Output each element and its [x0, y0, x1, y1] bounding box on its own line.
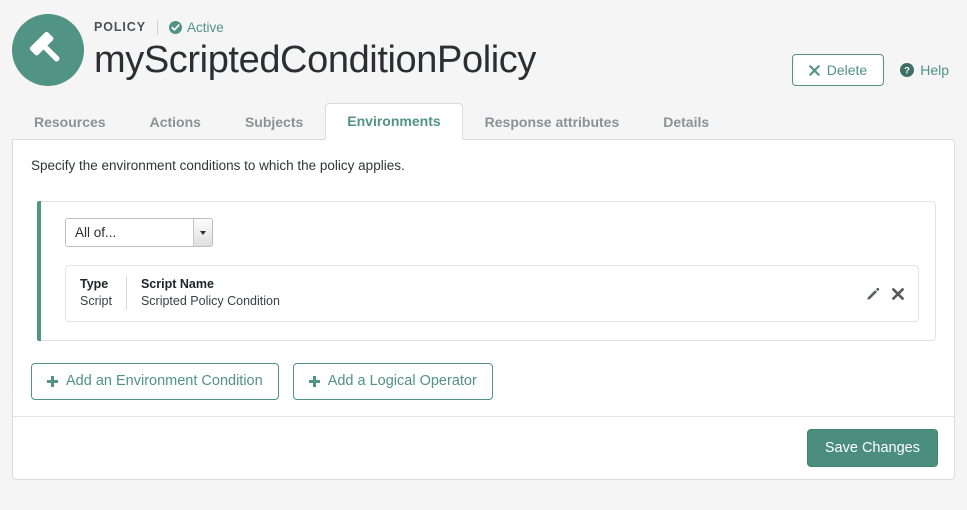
column-header-script-name: Script Name	[140, 277, 214, 291]
column-value-type: Script	[80, 294, 112, 308]
close-x-icon	[892, 288, 904, 300]
delete-button[interactable]: Delete	[791, 54, 885, 86]
plus-icon	[47, 375, 58, 387]
add-logical-operator-button[interactable]: Add a Logical Operator	[292, 363, 493, 400]
column-value-script-name: Scripted Policy Condition	[140, 294, 280, 308]
tab-resources[interactable]: Resources	[12, 104, 128, 140]
add-environment-condition-button[interactable]: Add an Environment Condition	[31, 363, 279, 400]
help-button[interactable]: ? Help	[898, 59, 951, 81]
remove-condition-button[interactable]	[892, 288, 904, 300]
breadcrumb-divider	[156, 19, 158, 35]
close-x-icon	[808, 64, 820, 76]
status-label: Active	[186, 19, 224, 35]
intro-text: Specify the environment conditions to wh…	[31, 158, 405, 173]
gavel-icon	[29, 31, 67, 69]
condition-row-actions	[866, 276, 904, 301]
check-circle-icon	[168, 20, 182, 34]
content-body: Specify the environment conditions to wh…	[13, 140, 954, 416]
condition-column-type: Type Script	[80, 276, 126, 310]
logical-operator-select[interactable]: All of...	[65, 218, 213, 247]
policy-editor-page: POLICY Active myScriptedConditionPolicy	[0, 0, 967, 510]
add-environment-condition-label: Add an Environment Condition	[66, 373, 263, 389]
logical-operator-select-wrapper: All of...	[65, 218, 213, 247]
tab-subjects[interactable]: Subjects	[223, 104, 325, 140]
breadcrumb: POLICY Active	[94, 18, 967, 36]
svg-text:?: ?	[904, 65, 910, 76]
header-actions: Delete ? Help	[791, 54, 951, 86]
pencil-icon	[866, 287, 880, 301]
tab-bar: Resources Actions Subjects Environments …	[12, 103, 955, 140]
content-card: Specify the environment conditions to wh…	[12, 139, 955, 480]
edit-condition-button[interactable]	[866, 287, 880, 301]
entity-type-label: POLICY	[94, 20, 146, 34]
column-header-type: Type	[80, 277, 109, 291]
policy-avatar	[12, 14, 84, 86]
tab-response-attributes[interactable]: Response attributes	[463, 104, 642, 140]
save-changes-button[interactable]: Save Changes	[806, 428, 938, 467]
tab-environments[interactable]: Environments	[325, 103, 463, 140]
page-header: POLICY Active myScriptedConditionPolicy	[0, 0, 967, 104]
plus-icon	[308, 375, 320, 387]
help-button-label: Help	[920, 62, 949, 78]
delete-button-label: Delete	[826, 62, 868, 78]
tab-actions[interactable]: Actions	[128, 104, 223, 140]
condition-group-inner: All of... Type Script Script Name Script…	[53, 218, 919, 322]
condition-column-script-name: Script Name Scripted Policy Condition	[125, 276, 280, 310]
condition-row: Type Script Script Name Scripted Policy …	[65, 265, 919, 322]
add-buttons-row: Add an Environment Condition Add a Logic…	[31, 363, 936, 400]
condition-columns: Type Script Script Name Scripted Policy …	[80, 276, 866, 310]
card-footer: Save Changes	[13, 415, 954, 480]
add-logical-operator-label: Add a Logical Operator	[327, 373, 477, 389]
status-badge: Active	[168, 19, 224, 35]
question-circle-icon: ?	[900, 63, 915, 77]
condition-group-panel: All of... Type Script Script Name Script…	[37, 201, 936, 341]
tab-details[interactable]: Details	[641, 104, 731, 140]
